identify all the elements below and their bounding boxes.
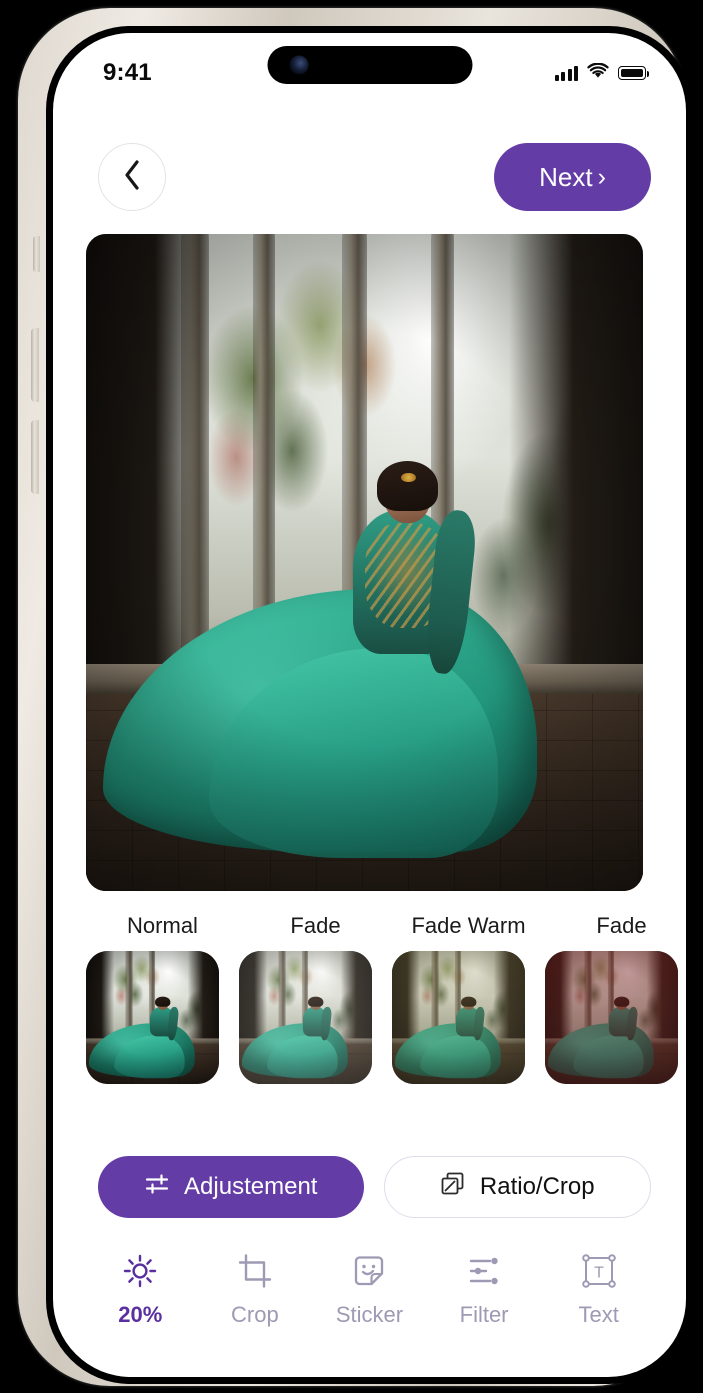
phone-screen: 9:41 Next › Normal Fade Fade Warm Fade A… [53, 33, 686, 1377]
photo-artwork [545, 951, 678, 1084]
app-header: Next › [53, 143, 686, 211]
nav-label-text: Text [578, 1302, 619, 1327]
next-button-label: Next [539, 161, 593, 192]
svg-text:T: T [594, 1265, 604, 1282]
photo-artwork [86, 951, 219, 1084]
chevron-left-icon [122, 159, 142, 196]
ratio-crop-button[interactable]: Ratio/Crop [383, 1156, 651, 1218]
volume-down-button[interactable] [31, 420, 39, 494]
photo-artwork [239, 951, 372, 1084]
front-camera-icon [289, 55, 308, 75]
next-button[interactable]: Next › [494, 143, 651, 211]
mute-switch-button[interactable] [33, 236, 40, 272]
back-button[interactable] [98, 143, 166, 211]
battery-full-icon [618, 66, 650, 80]
filter-sliders-icon [464, 1251, 504, 1291]
crop-icon [235, 1251, 275, 1291]
nav-label-filter: Filter [459, 1302, 509, 1327]
nav-label-crop: Crop [231, 1302, 279, 1327]
filters-section: Normal Fade Fade Warm Fade [53, 913, 686, 1084]
filter-thumbnails-row[interactable] [53, 951, 686, 1084]
filter-thumbnail-fade-warm[interactable] [392, 951, 525, 1084]
ratio-crop-button-label: Ratio/Crop [479, 1173, 595, 1200]
nav-item-brightness[interactable]: 20% [83, 1251, 198, 1328]
photo-preview[interactable] [86, 234, 643, 891]
nav-item-crop[interactable]: Crop [198, 1251, 313, 1328]
filter-label: Fade Warm [411, 913, 526, 938]
filter-label: Fade [290, 913, 341, 938]
mode-buttons-row: Adjustement Ratio/Crop [53, 1156, 686, 1218]
chevron-right-icon: › [597, 162, 606, 191]
filter-thumbnail-normal[interactable] [86, 951, 219, 1084]
filter-labels-row: Normal Fade Fade Warm Fade [53, 913, 686, 939]
volume-up-button[interactable] [31, 328, 39, 402]
phone-frame: 9:41 Next › Normal Fade Fade Warm Fade A… [18, 8, 693, 1386]
text-box-icon: T [579, 1251, 619, 1291]
nav-label-sticker: Sticker [335, 1302, 404, 1327]
nav-item-filter[interactable]: Filter [427, 1251, 542, 1328]
photo-artwork [392, 951, 525, 1084]
dynamic-island [267, 46, 472, 84]
filter-label: Normal [127, 913, 198, 938]
nav-item-text[interactable]: T Text [541, 1251, 656, 1328]
status-icons [554, 62, 650, 84]
sticker-smiley-icon [349, 1251, 389, 1291]
nav-label-brightness: 20% [118, 1302, 163, 1327]
cellular-signal-icon [554, 65, 578, 81]
nav-item-sticker[interactable]: Sticker [312, 1251, 427, 1328]
brightness-sun-icon [120, 1251, 160, 1291]
adjustment-button[interactable]: Adjustement [98, 1156, 364, 1218]
filter-thumbnail-fade[interactable] [239, 951, 372, 1084]
adjustment-button-label: Adjustement [184, 1173, 318, 1200]
photo-artwork [86, 234, 643, 891]
overlapping-squares-icon [440, 1171, 466, 1204]
filter-label: Fade [596, 913, 647, 938]
filter-thumbnail-fade-red[interactable] [545, 951, 678, 1084]
status-time: 9:41 [103, 59, 152, 86]
sliders-horizontal-icon [144, 1171, 170, 1204]
wifi-icon [587, 62, 609, 84]
bottom-navigation: 20% Crop Sticker Filter T Text [53, 1251, 686, 1328]
